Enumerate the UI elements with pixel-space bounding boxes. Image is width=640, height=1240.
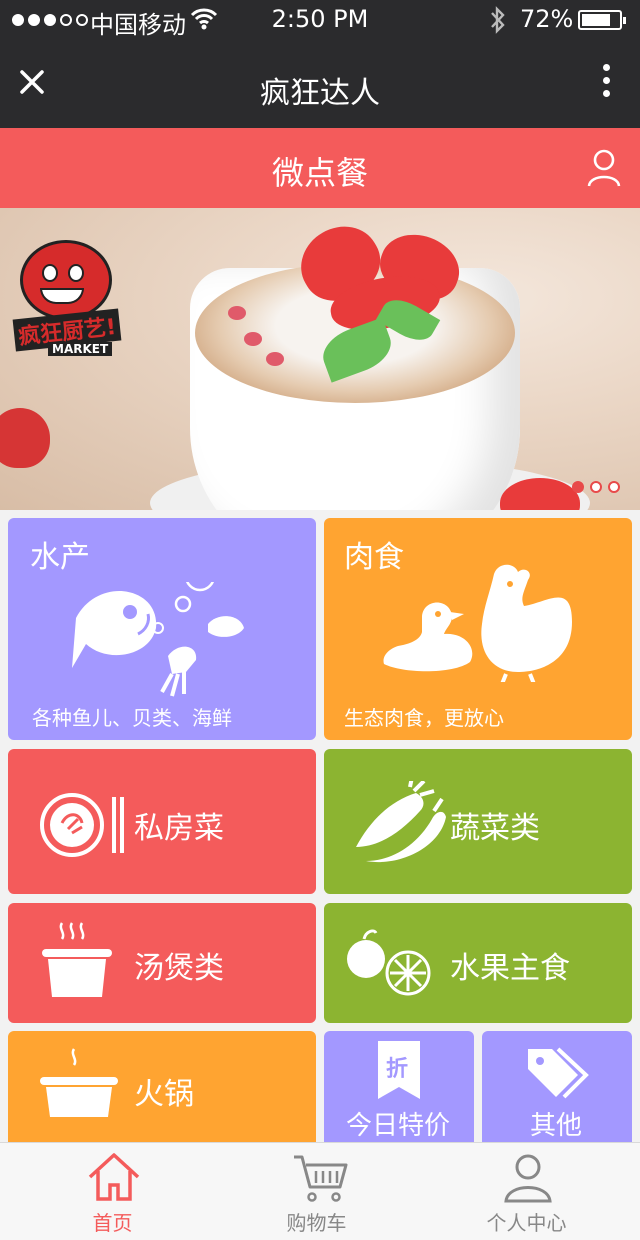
tab-label: 个人中心 (486, 1211, 567, 1235)
tag-icon (528, 1047, 589, 1099)
category-subtitle: 生态肉食，更放心 (344, 706, 504, 730)
category-other[interactable]: 其他 (482, 1031, 632, 1151)
fish-icon (72, 582, 244, 697)
page-dot[interactable] (572, 481, 584, 493)
poultry-icon (383, 564, 572, 682)
more-options-icon[interactable] (592, 64, 620, 104)
app-header: 微点餐 (0, 128, 640, 208)
category-name: 私房菜 (134, 811, 224, 846)
category-name: 火锅 (134, 1077, 194, 1112)
page-dot[interactable] (608, 481, 620, 493)
tab-cart[interactable]: 购物车 (210, 1143, 423, 1240)
bottom-tab-bar: 首页 购物车 个人中心 (0, 1142, 640, 1240)
navbar: 疯狂达人 (0, 40, 640, 128)
category-name: 汤煲类 (134, 951, 224, 986)
cart-icon (294, 1155, 348, 1202)
category-seafood[interactable]: 水产 各种鱼儿、贝类、海鲜 (8, 518, 316, 740)
brand-logo: 疯狂厨艺! MARKET (12, 228, 142, 368)
vegetable-icon (356, 781, 446, 863)
banner-pagination[interactable] (572, 481, 620, 493)
person-icon (504, 1154, 552, 1203)
category-name: 其他 (530, 1111, 583, 1141)
promo-banner[interactable]: 疯狂厨艺! MARKET (0, 208, 640, 510)
page-title: 疯狂达人 (260, 76, 380, 111)
page-dot[interactable] (590, 481, 602, 493)
tab-home[interactable]: 首页 (6, 1143, 219, 1240)
category-name: 今日特价 (346, 1111, 451, 1141)
plate-icon (40, 793, 124, 857)
category-vegetables[interactable]: 蔬菜类 (324, 749, 632, 894)
hotpot-icon (40, 1048, 118, 1117)
header-title: 微点餐 (271, 154, 368, 192)
user-icon[interactable] (586, 148, 622, 188)
category-subtitle: 各种鱼儿、贝类、海鲜 (32, 706, 232, 730)
fruit-icon (347, 929, 431, 996)
battery-icon (578, 10, 626, 30)
category-hotpot[interactable]: 火锅 (8, 1031, 316, 1151)
home-icon (88, 1153, 140, 1201)
tab-label: 购物车 (286, 1211, 347, 1235)
category-name: 蔬菜类 (450, 811, 540, 846)
bluetooth-icon (491, 6, 505, 34)
category-meat[interactable]: 肉食 生态肉食，更放心 (324, 518, 632, 740)
category-name: 水果主食 (450, 951, 570, 986)
category-private-dishes[interactable]: 私房菜 (8, 749, 316, 894)
battery-percent: 72% (520, 5, 574, 33)
discount-badge: 折 (386, 1057, 409, 1082)
category-fruit[interactable]: 水果主食 (324, 903, 632, 1023)
category-daily-special[interactable]: 折 今日特价 (324, 1031, 474, 1151)
soup-pot-icon (42, 922, 112, 997)
category-name: 水产 (30, 540, 90, 575)
tab-label: 首页 (92, 1211, 133, 1235)
category-soup[interactable]: 汤煲类 (8, 903, 316, 1023)
status-bar: 中国移动 2:50 PM 72% (0, 0, 640, 40)
tab-profile[interactable]: 个人中心 (420, 1143, 633, 1240)
